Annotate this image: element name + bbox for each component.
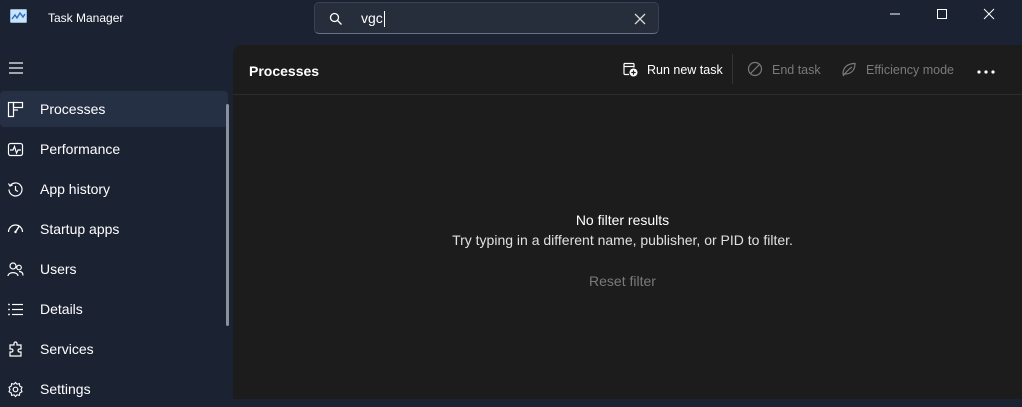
command-bar: Processes Run new task End task Efficien… bbox=[233, 45, 1022, 95]
performance-icon bbox=[7, 141, 24, 158]
maximize-icon bbox=[936, 7, 948, 25]
end-task-icon bbox=[747, 61, 772, 80]
search-icon bbox=[329, 12, 343, 26]
end-task-label: End task bbox=[772, 63, 821, 77]
processes-icon bbox=[7, 101, 24, 118]
sidebar-item-label: Startup apps bbox=[40, 221, 120, 237]
efficiency-mode-label: Efficiency mode bbox=[866, 63, 955, 77]
sidebar-item-label: Services bbox=[40, 341, 94, 357]
search-box[interactable]: vgc bbox=[314, 2, 659, 34]
sidebar-item-details[interactable]: Details bbox=[0, 291, 228, 327]
sidebar-item-startup-apps[interactable]: Startup apps bbox=[0, 211, 228, 247]
more-dots-icon bbox=[977, 61, 995, 79]
app-history-icon bbox=[7, 181, 24, 198]
sidebar-item-services[interactable]: Services bbox=[0, 331, 228, 367]
sidebar-item-performance[interactable]: Performance bbox=[0, 131, 228, 167]
efficiency-mode-button[interactable]: Efficiency mode bbox=[841, 61, 954, 79]
minimize-icon bbox=[889, 7, 901, 25]
sidebar-item-label: Settings bbox=[40, 381, 91, 397]
sidebar-item-users[interactable]: Users bbox=[0, 251, 228, 287]
main-content: Processes Run new task End task Efficien… bbox=[233, 45, 1022, 399]
command-separator bbox=[732, 54, 733, 84]
sidebar-item-label: Users bbox=[40, 261, 77, 277]
services-icon bbox=[7, 341, 24, 358]
run-new-task-label: Run new task bbox=[647, 63, 723, 77]
sidebar-item-label: Details bbox=[40, 301, 83, 317]
sidebar-item-processes[interactable]: Processes bbox=[0, 91, 228, 127]
run-new-task-button[interactable]: Run new task bbox=[622, 61, 723, 79]
details-icon bbox=[7, 301, 24, 318]
text-caret bbox=[384, 11, 385, 27]
page-title: Processes bbox=[249, 63, 320, 79]
sidebar-scrollbar[interactable] bbox=[226, 104, 229, 326]
users-icon bbox=[7, 261, 24, 278]
sidebar-item-label: App history bbox=[40, 181, 111, 197]
close-icon bbox=[983, 7, 995, 25]
sidebar-item-label: Performance bbox=[40, 141, 121, 157]
title-bar: Task Manager vgc bbox=[0, 0, 1022, 38]
gear-icon bbox=[7, 381, 24, 398]
sidebar-item-app-history[interactable]: App history bbox=[0, 171, 228, 207]
app-title: Task Manager bbox=[48, 11, 124, 25]
empty-state-subtitle: Try typing in a different name, publishe… bbox=[452, 232, 793, 248]
maximize-button[interactable] bbox=[919, 0, 965, 32]
clear-search-icon[interactable] bbox=[634, 12, 646, 25]
run-new-task-icon bbox=[622, 61, 647, 80]
close-button[interactable] bbox=[966, 0, 1012, 32]
search-input[interactable]: vgc bbox=[361, 10, 383, 26]
leaf-icon bbox=[841, 61, 866, 80]
more-options-button[interactable] bbox=[975, 60, 997, 80]
sidebar-item-label: Processes bbox=[40, 101, 106, 117]
sidebar-item-settings[interactable]: Settings bbox=[0, 371, 228, 407]
minimize-button[interactable] bbox=[872, 0, 918, 32]
hamburger-menu-icon[interactable] bbox=[8, 61, 24, 75]
empty-state-title: No filter results bbox=[575, 212, 670, 228]
task-manager-logo-icon bbox=[10, 9, 27, 23]
end-task-button[interactable]: End task bbox=[747, 61, 821, 79]
startup-apps-icon bbox=[7, 221, 24, 238]
reset-filter-button[interactable]: Reset filter bbox=[233, 273, 1012, 289]
